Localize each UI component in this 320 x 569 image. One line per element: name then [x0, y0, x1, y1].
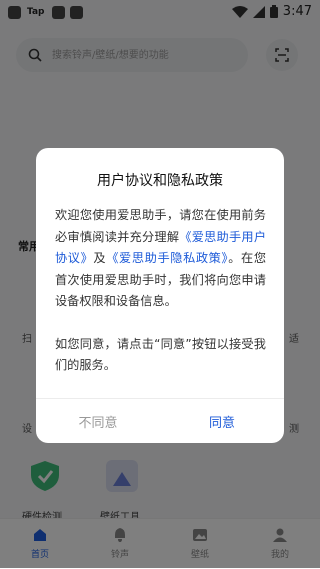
agree-button[interactable]: 同意: [160, 399, 284, 443]
dialog-footer: 不同意 同意: [36, 398, 284, 443]
privacy-policy-link[interactable]: 《爱思助手隐私政策》: [106, 251, 228, 265]
disagree-button[interactable]: 不同意: [36, 399, 160, 443]
dialog-title: 用户协议和隐私政策: [97, 173, 223, 189]
dialog-and-text: 及: [93, 251, 107, 265]
dialog-paragraph: 欢迎您使用爱思助手，请您在使用前务必审慎阅读并充分理解《爱思助手用户协议》及《爱…: [55, 205, 266, 313]
privacy-dialog: 用户协议和隐私政策 欢迎您使用爱思助手，请您在使用前务必审慎阅读并充分理解《爱思…: [36, 148, 284, 443]
dialog-body: 欢迎您使用爱思助手，请您在使用前务必审慎阅读并充分理解《爱思助手用户协议》及《爱…: [55, 205, 266, 377]
dialog-consent-text: 如您同意，请点击“同意”按钮以接受我们的服务。: [55, 336, 266, 373]
